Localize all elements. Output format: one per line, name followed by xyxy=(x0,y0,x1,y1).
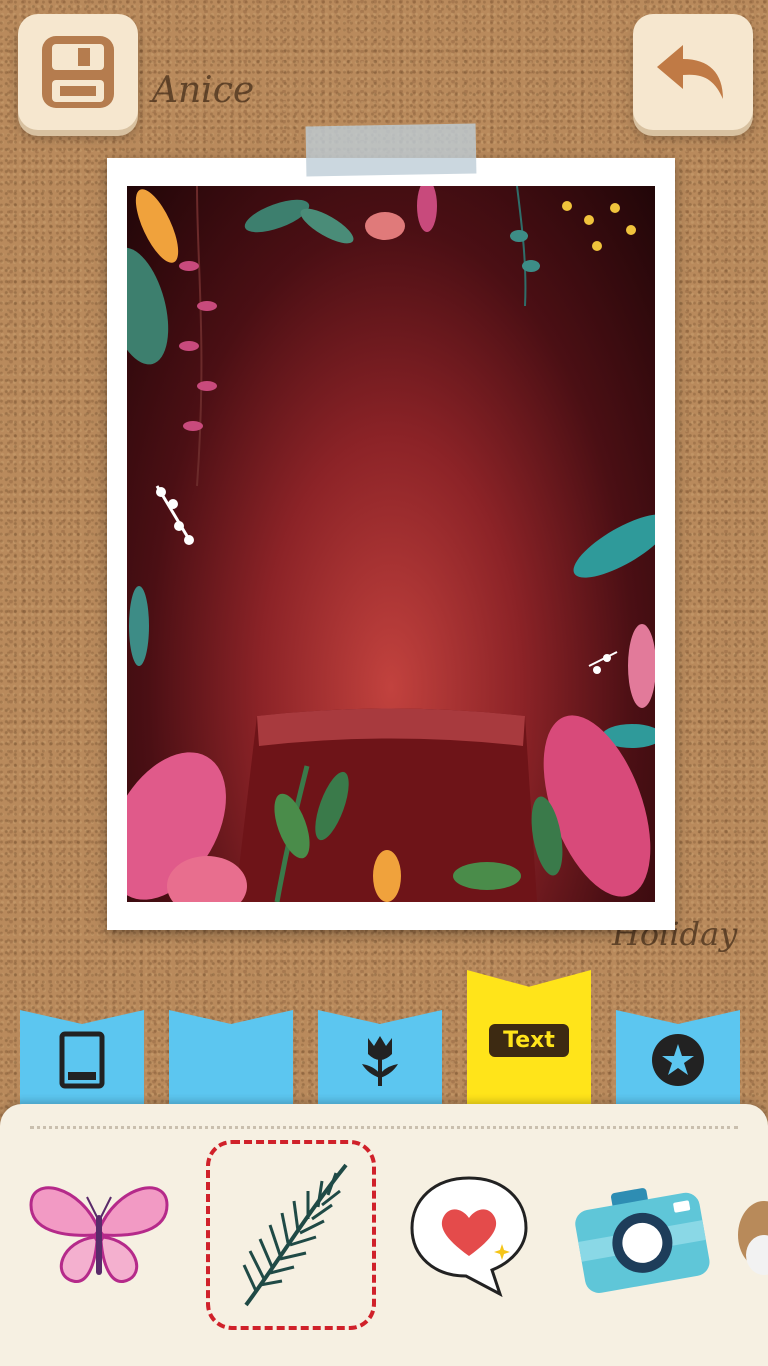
sticker-panel xyxy=(0,1104,768,1366)
sticker-butterfly[interactable] xyxy=(14,1140,184,1330)
undo-arrow-icon xyxy=(657,45,723,99)
washi-tape xyxy=(305,123,477,177)
sticker-heart-bubble[interactable] xyxy=(384,1140,554,1330)
heart-speech-bubble-icon xyxy=(410,1176,528,1298)
star-badge-icon xyxy=(652,1034,704,1086)
background-scribble-top: Anice xyxy=(152,70,255,111)
sticker-partial[interactable] xyxy=(728,1140,768,1330)
camera-icon xyxy=(575,1188,710,1293)
save-button[interactable] xyxy=(18,14,138,130)
partial-sticker-icon xyxy=(738,1201,768,1275)
tab-frames[interactable] xyxy=(20,1010,144,1110)
floral-background-image xyxy=(127,186,655,902)
photo-frame-icon xyxy=(59,1031,105,1089)
tulip-icon xyxy=(362,1036,398,1086)
floppy-disk-icon xyxy=(42,36,114,108)
tab-blank[interactable] xyxy=(169,1010,293,1110)
photo-canvas[interactable] xyxy=(127,186,655,902)
sticker-camera[interactable] xyxy=(556,1140,726,1330)
butterfly-icon xyxy=(29,1186,169,1283)
sticker-palm-leaf[interactable] xyxy=(206,1140,376,1330)
palm-leaf-icon xyxy=(242,1163,348,1307)
panel-stitching xyxy=(30,1126,738,1129)
tab-text-label: Text xyxy=(489,1023,569,1057)
back-button[interactable] xyxy=(633,14,753,130)
photo-frame xyxy=(107,158,675,930)
tab-text[interactable]: Text xyxy=(467,970,591,1110)
category-tabs: Text xyxy=(0,970,768,1110)
tab-flowers[interactable] xyxy=(318,1010,442,1110)
tab-badges[interactable] xyxy=(616,1010,740,1110)
